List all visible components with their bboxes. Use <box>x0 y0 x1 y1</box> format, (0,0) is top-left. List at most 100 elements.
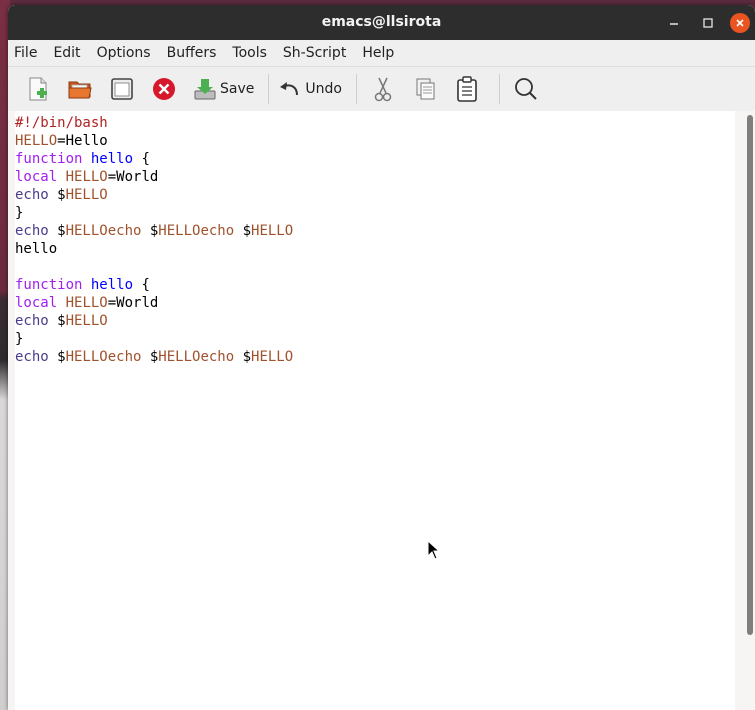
kill-buffer-button[interactable] <box>146 72 182 106</box>
toolbar-separator <box>268 74 270 104</box>
code-token: function <box>15 151 83 167</box>
code-line[interactable]: hello <box>15 240 735 258</box>
code-token: HELLO <box>65 313 108 329</box>
code-line[interactable]: } <box>15 330 735 348</box>
code-token: $ <box>48 349 66 365</box>
toolbar-separator <box>498 74 500 104</box>
dired-button[interactable] <box>104 72 140 106</box>
copy-button[interactable] <box>407 72 443 106</box>
save-icon <box>194 79 216 100</box>
vertical-scrollbar[interactable] <box>735 111 755 710</box>
code-token: =World <box>107 295 159 311</box>
close-window-button[interactable] <box>730 13 750 33</box>
paste-icon <box>457 76 477 102</box>
window-icon <box>111 78 133 100</box>
code-line[interactable]: echo $HELLOecho $HELLOecho $HELLO <box>15 222 735 240</box>
code-line[interactable]: echo $HELLO <box>15 312 735 330</box>
code-line[interactable]: function hello { <box>15 150 735 168</box>
code-token: HELLO <box>251 349 294 365</box>
code-line[interactable]: } <box>15 204 735 222</box>
code-token: local <box>15 169 58 185</box>
maximize-icon <box>703 18 713 28</box>
code-token: function <box>15 277 83 293</box>
code-token: =Hello <box>57 133 108 149</box>
undo-icon <box>280 82 299 96</box>
mouse-pointer-icon <box>427 539 441 564</box>
code-line[interactable]: local HELLO=World <box>15 168 735 186</box>
cut-button[interactable] <box>365 72 401 106</box>
new-file-icon <box>29 77 47 101</box>
code-token: $ <box>48 187 66 203</box>
menu-help[interactable]: Help <box>362 45 402 61</box>
code-token: HELLO <box>15 133 58 149</box>
code-token: =World <box>107 169 159 185</box>
code-token: HELLOecho <box>65 349 142 365</box>
editor-buffer[interactable]: #!/bin/bash HELLO=Hello function hello {lo… <box>15 111 735 710</box>
menu-buffers[interactable]: Buffers <box>167 45 225 61</box>
code-line[interactable]: echo $HELLO <box>15 186 735 204</box>
save-button[interactable]: Save <box>192 72 254 106</box>
menu-file[interactable]: File <box>14 45 45 61</box>
code-token: $ <box>48 223 66 239</box>
close-icon <box>736 19 744 27</box>
titlebar[interactable]: emacs@llsirota <box>8 5 755 40</box>
code-token: echo <box>15 223 49 239</box>
cut-icon <box>374 77 392 102</box>
minimize-icon <box>670 23 678 25</box>
window-title: emacs@llsirota <box>321 14 442 30</box>
code-token: HELLOecho <box>158 349 235 365</box>
code-token: { <box>133 151 150 167</box>
menu-sh-script[interactable]: Sh-Script <box>283 45 354 61</box>
code-token: local <box>15 295 58 311</box>
code-line[interactable]: function hello { <box>15 276 735 294</box>
copy-icon <box>416 78 435 100</box>
minimize-button[interactable] <box>664 13 684 33</box>
code-token: { <box>133 277 150 293</box>
code-token: $ <box>234 349 252 365</box>
code-token: $ <box>48 313 66 329</box>
save-label: Save <box>220 81 255 97</box>
code-token: echo <box>15 313 49 329</box>
code-token: $ <box>234 223 252 239</box>
search-icon <box>515 78 537 100</box>
code-token: } <box>15 205 24 221</box>
emacs-window: emacs@llsirota File Edit Options Buffers… <box>8 5 755 710</box>
code-area[interactable]: #!/bin/bash HELLO=Hello function hello {lo… <box>15 111 735 366</box>
menu-edit[interactable]: Edit <box>53 45 88 61</box>
open-folder-icon <box>68 81 92 99</box>
close-buffer-icon <box>153 78 175 100</box>
open-file-button[interactable] <box>62 72 98 106</box>
code-token: HELLO <box>251 223 294 239</box>
code-token: HELLOecho <box>65 223 142 239</box>
paste-button[interactable] <box>449 72 485 106</box>
code-token: $ <box>141 349 159 365</box>
toolbar-separator <box>355 74 357 104</box>
maximize-button[interactable] <box>698 13 718 33</box>
menu-options[interactable]: Options <box>97 45 159 61</box>
new-file-button[interactable] <box>20 72 56 106</box>
toolbar: Save Undo <box>8 67 755 111</box>
code-line[interactable]: local HELLO=World <box>15 294 735 312</box>
code-line[interactable]: echo $HELLOecho $HELLOecho $HELLO <box>15 348 735 366</box>
code-line[interactable]: HELLO=Hello <box>15 132 735 150</box>
code-line[interactable]: #!/bin/bash <box>15 114 735 132</box>
code-token: hello <box>15 241 58 257</box>
code-line[interactable] <box>15 258 735 276</box>
search-button[interactable] <box>508 72 544 106</box>
code-token: } <box>15 331 24 347</box>
menu-tools[interactable]: Tools <box>232 45 275 61</box>
code-token: echo <box>15 349 49 365</box>
code-token: HELLOecho <box>158 223 235 239</box>
code-token: hello <box>90 277 134 293</box>
code-token: #!/bin/bash <box>15 115 108 131</box>
undo-button[interactable]: Undo <box>277 72 342 106</box>
code-token: HELLO <box>65 169 108 185</box>
code-token: hello <box>90 151 134 167</box>
menubar: File Edit Options Buffers Tools Sh-Scrip… <box>8 40 755 67</box>
scrollbar-thumb[interactable] <box>747 115 753 635</box>
code-token: $ <box>141 223 159 239</box>
